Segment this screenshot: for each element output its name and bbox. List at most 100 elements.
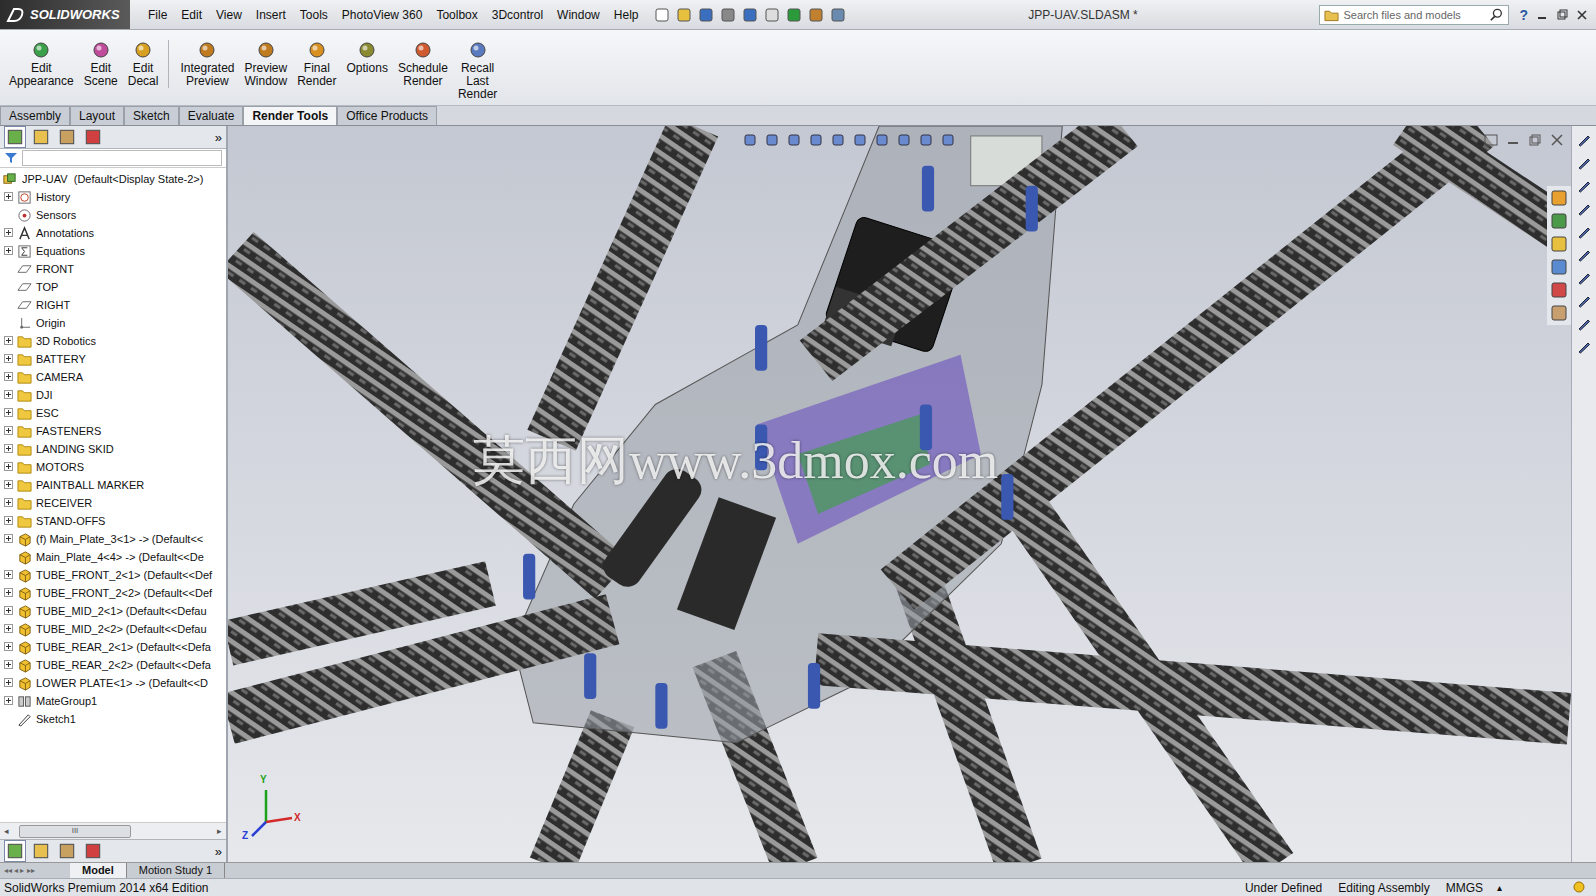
ribbon-button[interactable]: EditScene: [79, 40, 123, 88]
command-tab[interactable]: Sketch: [124, 106, 179, 125]
viewport-minimize-icon[interactable]: [1505, 132, 1521, 148]
expander[interactable]: [4, 516, 14, 526]
panel-expand[interactable]: »: [215, 130, 222, 145]
zoom-area-icon[interactable]: [764, 132, 780, 148]
minimize-icon[interactable]: [1536, 9, 1548, 21]
expander[interactable]: [4, 282, 14, 292]
tree-item[interactable]: MateGroup1: [0, 692, 226, 710]
expander[interactable]: [4, 552, 14, 562]
expander[interactable]: [4, 588, 14, 598]
menu-item[interactable]: Help: [608, 6, 645, 24]
tree-item[interactable]: DJI: [0, 386, 226, 404]
tree-item[interactable]: PAINTBALL MARKER: [0, 476, 226, 494]
configuration-manager-icon[interactable]: [56, 840, 78, 862]
expander[interactable]: [4, 714, 14, 724]
tree-item[interactable]: MOTORS: [0, 458, 226, 476]
display-manager-icon[interactable]: [82, 126, 104, 148]
feature-manager-icon[interactable]: [4, 126, 26, 148]
expander[interactable]: [4, 300, 14, 310]
tool-1-icon[interactable]: [1576, 132, 1592, 148]
menu-item[interactable]: View: [210, 6, 248, 24]
expander[interactable]: [4, 660, 14, 670]
menu-item[interactable]: Window: [551, 6, 606, 24]
tree-item[interactable]: (f) Main_Plate_3<1> -> (Default<<: [0, 530, 226, 548]
expander[interactable]: [4, 624, 14, 634]
tree-item[interactable]: 3D Robotics: [0, 332, 226, 350]
tree-item[interactable]: LANDING SKID: [0, 440, 226, 458]
new-icon[interactable]: [654, 7, 670, 23]
graphics-area[interactable]: 莫西网www.3dmox.comYXZ: [228, 126, 1571, 862]
previous-view-icon[interactable]: [786, 132, 802, 148]
expander[interactable]: [4, 192, 14, 202]
open-icon[interactable]: [676, 7, 692, 23]
tool-8-icon[interactable]: [1576, 293, 1592, 309]
property-manager-icon[interactable]: [30, 126, 52, 148]
expander[interactable]: [4, 318, 14, 328]
expander[interactable]: [4, 696, 14, 706]
display-manager-icon[interactable]: [82, 840, 104, 862]
close-icon[interactable]: [1576, 9, 1588, 21]
tree-item[interactable]: RIGHT: [0, 296, 226, 314]
tree-item[interactable]: BATTERY: [0, 350, 226, 368]
menu-item[interactable]: Insert: [250, 6, 292, 24]
expander[interactable]: [4, 228, 14, 238]
tree-item[interactable]: TUBE_MID_2<1> (Default<<Defau: [0, 602, 226, 620]
command-tab[interactable]: Evaluate: [179, 106, 244, 125]
ribbon-button[interactable]: EditAppearance: [4, 40, 79, 88]
menu-item[interactable]: PhotoView 360: [336, 6, 429, 24]
tool-9-icon[interactable]: [1576, 316, 1592, 332]
tool-3-icon[interactable]: [1576, 178, 1592, 194]
viewport-split-icon[interactable]: [1483, 132, 1499, 148]
tree-item[interactable]: LOWER PLATE<1> -> (Default<<D: [0, 674, 226, 692]
tree-item[interactable]: History: [0, 188, 226, 206]
rebuild-icon[interactable]: [786, 7, 802, 23]
tool-10-icon[interactable]: [1576, 339, 1592, 355]
tree-item[interactable]: Main_Plate_4<4> -> (Default<<De: [0, 548, 226, 566]
zoom-fit-icon[interactable]: [742, 132, 758, 148]
expander[interactable]: [4, 372, 14, 382]
design-library-icon[interactable]: [1550, 212, 1568, 230]
expander[interactable]: [4, 408, 14, 418]
menu-item[interactable]: Tools: [294, 6, 334, 24]
tree-item[interactable]: TOP: [0, 278, 226, 296]
tree-item[interactable]: Annotations: [0, 224, 226, 242]
menu-item[interactable]: 3Dcontrol: [486, 6, 549, 24]
save-icon[interactable]: [698, 7, 714, 23]
viewport-close-icon[interactable]: [1549, 132, 1565, 148]
undo-icon[interactable]: [742, 7, 758, 23]
feature-manager-icon[interactable]: [4, 840, 26, 862]
expander[interactable]: [4, 354, 14, 364]
expander[interactable]: [4, 336, 14, 346]
display-style-icon[interactable]: [852, 132, 868, 148]
layout-icon[interactable]: [830, 7, 846, 23]
expander[interactable]: [4, 606, 14, 616]
horizontal-scrollbar[interactable]: ◂III▸: [0, 822, 226, 839]
expander[interactable]: [4, 498, 14, 508]
units-menu[interactable]: ▴: [1497, 882, 1502, 893]
tree-item[interactable]: TUBE_FRONT_2<2> (Default<<Def: [0, 584, 226, 602]
help-button[interactable]: ?: [1519, 7, 1528, 23]
tree-root[interactable]: JPP-UAV (Default<Display State-2>): [0, 170, 226, 188]
property-manager-icon[interactable]: [30, 840, 52, 862]
file-explorer-icon[interactable]: [1550, 235, 1568, 253]
command-tab[interactable]: Layout: [70, 106, 124, 125]
tree-item[interactable]: TUBE_FRONT_2<1> (Default<<Def: [0, 566, 226, 584]
tree-filter[interactable]: [0, 149, 226, 168]
tree-item[interactable]: RECEIVER: [0, 494, 226, 512]
tool-7-icon[interactable]: [1576, 270, 1592, 286]
select-icon[interactable]: [764, 7, 780, 23]
expander[interactable]: [4, 462, 14, 472]
tree-item[interactable]: CAMERA: [0, 368, 226, 386]
command-tab[interactable]: Render Tools: [243, 106, 337, 125]
expander[interactable]: [4, 642, 14, 652]
tree-item[interactable]: Origin: [0, 314, 226, 332]
search-field[interactable]: Search files and models: [1319, 5, 1509, 25]
expander[interactable]: [4, 444, 14, 454]
ribbon-button[interactable]: Options: [342, 40, 393, 75]
hide-show-icon[interactable]: [874, 132, 890, 148]
tree-item[interactable]: TUBE_REAR_2<2> (Default<<Defa: [0, 656, 226, 674]
ribbon-button[interactable]: ScheduleRender: [393, 40, 453, 88]
section-icon[interactable]: [808, 132, 824, 148]
home-icon[interactable]: [1550, 189, 1568, 207]
scroll-thumb[interactable]: III: [19, 825, 131, 838]
